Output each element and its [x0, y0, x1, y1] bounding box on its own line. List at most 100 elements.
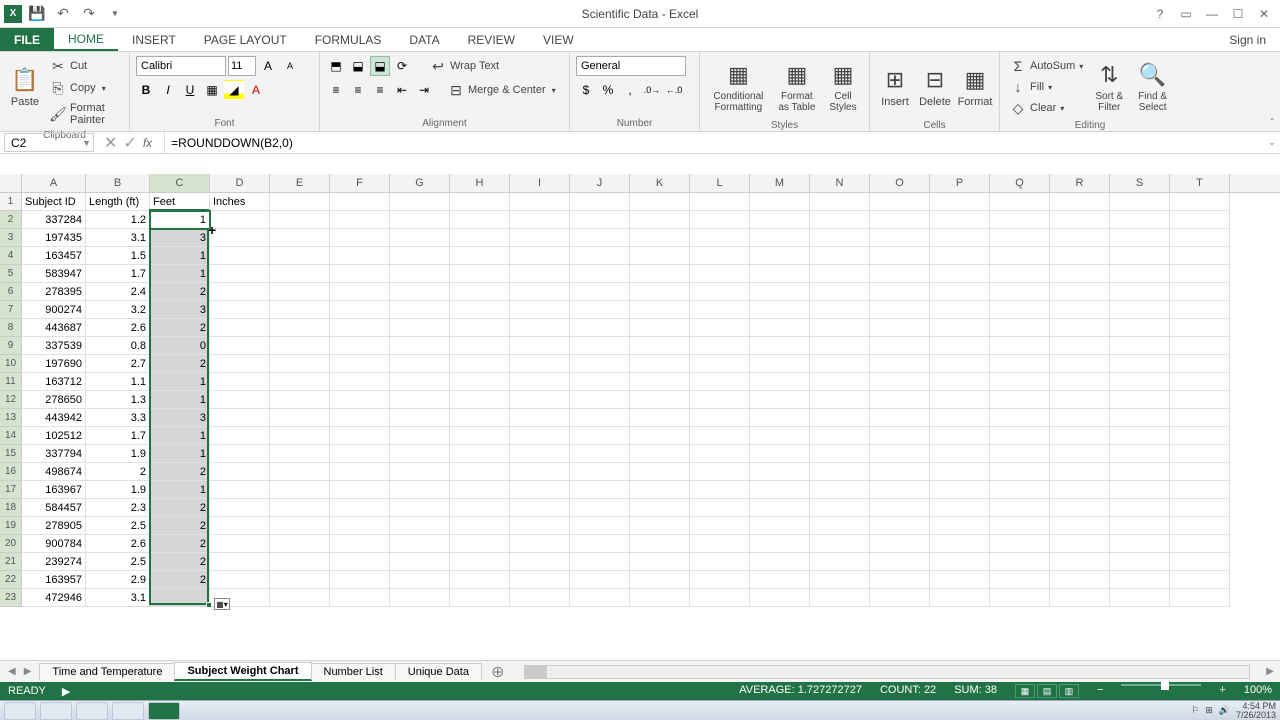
tab-insert[interactable]: INSERT [118, 28, 190, 51]
cell[interactable]: 443942 [22, 409, 86, 427]
cell[interactable] [750, 355, 810, 373]
cell[interactable] [450, 553, 510, 571]
cell[interactable] [690, 283, 750, 301]
sign-in-link[interactable]: Sign in [1215, 28, 1280, 51]
cell[interactable]: 102512 [22, 427, 86, 445]
cell[interactable] [330, 337, 390, 355]
column-header[interactable]: C [150, 174, 210, 192]
cell[interactable]: 0.8 [86, 337, 150, 355]
cell[interactable] [690, 481, 750, 499]
cell[interactable] [570, 481, 630, 499]
cell[interactable] [870, 247, 930, 265]
cell[interactable]: Inches [210, 193, 270, 211]
cell[interactable]: 1.9 [86, 481, 150, 499]
cell[interactable]: 2 [150, 571, 210, 589]
fill-button[interactable]: ↓Fill▾ [1006, 77, 1087, 97]
cell[interactable] [1170, 355, 1230, 373]
cell[interactable] [270, 391, 330, 409]
cell[interactable] [690, 247, 750, 265]
cell[interactable] [450, 589, 510, 607]
cell[interactable] [210, 445, 270, 463]
row-header[interactable]: 5 [0, 265, 22, 283]
cell[interactable] [1050, 499, 1110, 517]
cell[interactable] [510, 283, 570, 301]
cell[interactable] [270, 535, 330, 553]
cell[interactable] [390, 409, 450, 427]
cell[interactable]: 3.3 [86, 409, 150, 427]
cell[interactable]: 900274 [22, 301, 86, 319]
cell[interactable] [210, 373, 270, 391]
cell[interactable] [630, 481, 690, 499]
cell[interactable] [1050, 445, 1110, 463]
fill-color-button[interactable]: ◢ [224, 80, 244, 100]
column-header[interactable]: I [510, 174, 570, 192]
cell[interactable] [690, 517, 750, 535]
cell[interactable] [390, 571, 450, 589]
cell[interactable] [1170, 193, 1230, 211]
cell[interactable] [390, 517, 450, 535]
cell[interactable] [570, 391, 630, 409]
cell[interactable] [1170, 283, 1230, 301]
cell[interactable]: 1.3 [86, 391, 150, 409]
cell[interactable] [510, 319, 570, 337]
cell[interactable] [1110, 571, 1170, 589]
cell[interactable]: 583947 [22, 265, 86, 283]
cell[interactable] [450, 445, 510, 463]
cell[interactable] [930, 589, 990, 607]
cell[interactable]: 2.6 [86, 535, 150, 553]
cell[interactable] [870, 283, 930, 301]
cell[interactable] [930, 319, 990, 337]
cell[interactable]: 239274 [22, 553, 86, 571]
cell[interactable] [330, 589, 390, 607]
column-header[interactable]: F [330, 174, 390, 192]
cell[interactable] [510, 499, 570, 517]
cell[interactable] [510, 481, 570, 499]
cell[interactable] [1050, 301, 1110, 319]
cell[interactable] [930, 301, 990, 319]
cell[interactable] [510, 193, 570, 211]
cell[interactable] [690, 409, 750, 427]
cell[interactable]: 197435 [22, 229, 86, 247]
cell[interactable] [870, 553, 930, 571]
insert-cells-button[interactable]: ⊞Insert [876, 56, 914, 118]
cell[interactable] [1170, 517, 1230, 535]
cell[interactable] [570, 229, 630, 247]
cell[interactable] [690, 553, 750, 571]
cell[interactable]: 1 [150, 211, 210, 229]
cell[interactable] [1170, 337, 1230, 355]
align-middle-icon[interactable]: ⬓ [348, 56, 368, 76]
cell[interactable] [330, 571, 390, 589]
cell[interactable] [510, 409, 570, 427]
cell[interactable] [1050, 535, 1110, 553]
cell[interactable] [990, 571, 1050, 589]
cell[interactable] [750, 481, 810, 499]
cell[interactable] [1110, 373, 1170, 391]
cell[interactable] [810, 391, 870, 409]
cell[interactable]: 2 [86, 463, 150, 481]
cell[interactable] [870, 445, 930, 463]
cell[interactable] [570, 247, 630, 265]
formula-input[interactable]: =ROUNDDOWN(B2,0) [164, 132, 1264, 153]
cell[interactable] [570, 571, 630, 589]
cell[interactable] [1170, 229, 1230, 247]
cell[interactable] [1170, 553, 1230, 571]
row-header[interactable]: 2 [0, 211, 22, 229]
cell[interactable] [690, 445, 750, 463]
row-header[interactable]: 10 [0, 355, 22, 373]
cell[interactable] [1110, 283, 1170, 301]
cell[interactable] [810, 409, 870, 427]
cell[interactable] [450, 301, 510, 319]
row-header[interactable]: 8 [0, 319, 22, 337]
decrease-decimal-icon[interactable]: ←.0 [664, 80, 684, 100]
cell[interactable]: 1 [150, 373, 210, 391]
cell[interactable] [450, 463, 510, 481]
cell[interactable] [1170, 211, 1230, 229]
cell[interactable] [870, 499, 930, 517]
cell[interactable] [1170, 571, 1230, 589]
cell[interactable] [330, 247, 390, 265]
cell[interactable] [810, 247, 870, 265]
cell[interactable] [810, 463, 870, 481]
cell[interactable] [1110, 265, 1170, 283]
zoom-level[interactable]: 100% [1244, 684, 1272, 698]
cell[interactable]: 2.9 [86, 571, 150, 589]
